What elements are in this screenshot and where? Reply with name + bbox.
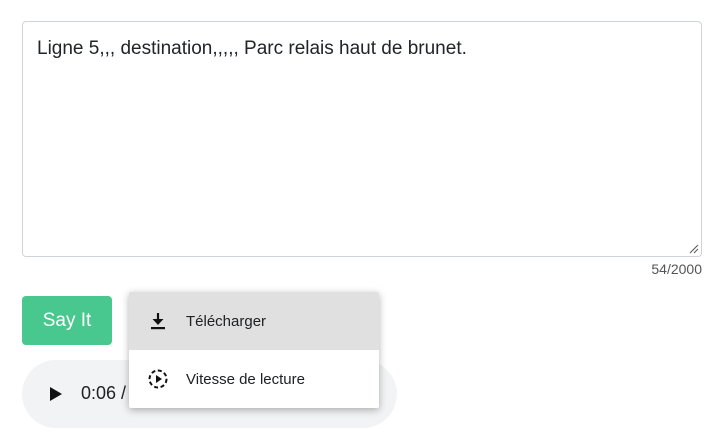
audio-context-menu: Télécharger Vitesse de lecture: [129, 292, 379, 408]
download-icon: [151, 313, 165, 330]
resize-handle-icon[interactable]: [689, 244, 699, 254]
menu-item-playback-speed[interactable]: Vitesse de lecture: [129, 350, 379, 408]
menu-item-playback-speed-label: Vitesse de lecture: [186, 370, 305, 388]
menu-item-download-label: Télécharger: [186, 312, 267, 330]
page: Ligne 5,,, destination,,,,, Parc relais …: [0, 0, 714, 448]
text-input-value: Ligne 5,,, destination,,,,, Parc relais …: [37, 38, 467, 59]
text-input-area[interactable]: Ligne 5,,, destination,,,,, Parc relais …: [22, 21, 702, 257]
character-counter: 54/2000: [651, 261, 702, 277]
audio-time: 0:06 /: [81, 383, 127, 403]
play-icon[interactable]: [49, 386, 63, 402]
playback-speed-icon: [148, 369, 168, 389]
say-it-button[interactable]: Say It: [22, 296, 112, 345]
menu-item-download[interactable]: Télécharger: [129, 292, 379, 350]
